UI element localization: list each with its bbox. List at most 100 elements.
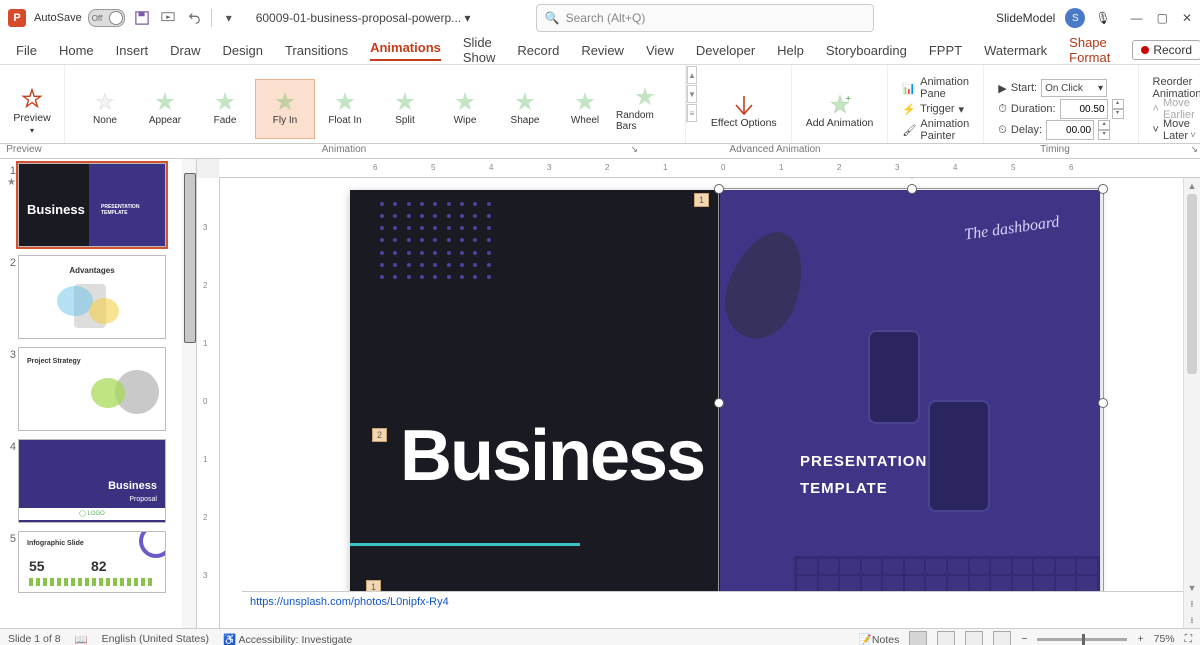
menu-insert[interactable]: Insert	[116, 43, 149, 58]
search-icon: 🔍	[545, 11, 560, 25]
minimize-icon[interactable]: —	[1131, 11, 1143, 25]
vertical-scrollbar[interactable]: ▲ ▼ ⭱ ⭳	[1183, 178, 1200, 628]
menu-help[interactable]: Help	[777, 43, 804, 58]
slideshow-view-icon[interactable]	[993, 631, 1011, 645]
close-icon[interactable]: ✕	[1182, 11, 1192, 25]
account-name[interactable]: SlideModel	[996, 11, 1055, 25]
animation-pane-button[interactable]: 📊 Animation Pane	[902, 79, 969, 97]
menu-slideshow[interactable]: Slide Show	[463, 35, 496, 65]
animation-fly-in[interactable]: Fly In	[255, 79, 315, 139]
title-bar: P AutoSave Off ▾ 60009-01-business-propo…	[0, 0, 1200, 36]
menu-home[interactable]: Home	[59, 43, 94, 58]
save-icon[interactable]	[133, 9, 151, 27]
slide-thumbnail-2[interactable]: Advantages	[18, 255, 166, 339]
menu-record[interactable]: Record	[517, 43, 559, 58]
zoom-in-icon[interactable]: +	[1137, 633, 1143, 645]
delay-field[interactable]: ⏲ Delay: ▴▾	[998, 121, 1123, 139]
slide-canvas[interactable]: The dashboard Business PRESENTATIONTEMPL…	[220, 178, 1200, 628]
reading-view-icon[interactable]	[965, 631, 983, 645]
qat-more-icon[interactable]: ▾	[220, 9, 238, 27]
autosave-toggle[interactable]: AutoSave Off	[34, 9, 125, 27]
gallery-scrollbar[interactable]: ▲▼≡	[686, 65, 697, 123]
menu-animations[interactable]: Animations	[370, 40, 441, 61]
start-field[interactable]: ▶ Start: On Click▾	[998, 79, 1123, 97]
next-slide-icon: ⭳	[1184, 612, 1200, 628]
animation-fade[interactable]: Fade	[195, 79, 255, 139]
horizontal-ruler: 6543210123456	[219, 159, 1200, 178]
document-title[interactable]: 60009-01-business-proposal-powerp... ▾	[256, 11, 471, 25]
animation-none[interactable]: None	[75, 79, 135, 139]
maximize-icon[interactable]: ▢	[1157, 11, 1168, 25]
group-label-advanced: Advanced Animation	[640, 144, 910, 158]
menu-shape-format[interactable]: Shape Format	[1069, 35, 1110, 65]
menu-developer[interactable]: Developer	[696, 43, 755, 58]
menu-watermark[interactable]: Watermark	[984, 43, 1047, 58]
menu-transitions[interactable]: Transitions	[285, 43, 348, 58]
slide-thumbnail-3[interactable]: Project Strategy	[18, 347, 166, 431]
group-label-preview: Preview	[0, 144, 48, 158]
effect-options-button[interactable]: Effect Options	[705, 81, 783, 141]
dialog-launcher-animation[interactable]: ↘	[630, 144, 638, 155]
language-button[interactable]: English (United States)	[102, 633, 209, 645]
animation-appear[interactable]: Appear	[135, 79, 195, 139]
animation-random-bars[interactable]: Random Bars	[615, 79, 675, 139]
animation-tag-1[interactable]: 1	[694, 193, 709, 207]
zoom-slider[interactable]	[1037, 638, 1127, 641]
notes-button[interactable]: 📝Notes	[859, 633, 900, 645]
animation-wipe[interactable]: Wipe	[435, 79, 495, 139]
notes-link[interactable]: https://unsplash.com/photos/L0nipfx-Ry4	[242, 591, 1200, 628]
autosave-label: AutoSave	[34, 12, 82, 24]
preview-button[interactable]: Preview ▾	[7, 81, 56, 141]
menu-storyboarding[interactable]: Storyboarding	[826, 43, 907, 58]
toggle-switch[interactable]: Off	[88, 9, 125, 27]
menu-view[interactable]: View	[646, 43, 674, 58]
slide-thumbnails-panel: 1★ Business PRESENTATION TEMPLATE 2 Adva…	[0, 159, 197, 628]
ribbon: Preview ▾ NoneAppearFadeFly InFloat InSp…	[0, 64, 1200, 144]
group-label-timing: Timing	[1040, 144, 1070, 155]
undo-icon[interactable]	[185, 9, 203, 27]
animation-wheel[interactable]: Wheel	[555, 79, 615, 139]
animation-painter-button[interactable]: 🖌 Animation Painter	[902, 121, 969, 139]
selection-box[interactable]: ⟳	[718, 188, 1104, 616]
dialog-launcher-timing[interactable]: ↘	[1190, 144, 1198, 155]
present-icon[interactable]	[159, 9, 177, 27]
slide-thumbnail-5[interactable]: Infographic Slide 55 82	[18, 531, 166, 593]
accessibility-button[interactable]: ♿ Accessibility: Investigate	[223, 633, 352, 645]
mic-icon[interactable]: 🎙	[1095, 11, 1110, 25]
trigger-button[interactable]: ⚡ Trigger ▾	[902, 100, 969, 118]
zoom-level[interactable]: 75%	[1154, 633, 1175, 645]
menu-bar: File Home Insert Draw Design Transitions…	[0, 36, 1200, 64]
ribbon-collapse-icon[interactable]: ˅	[1190, 130, 1196, 141]
normal-view-icon[interactable]	[909, 631, 927, 645]
menu-draw[interactable]: Draw	[170, 43, 200, 58]
record-button[interactable]: Record	[1132, 40, 1200, 60]
avatar[interactable]: S	[1065, 8, 1085, 28]
menu-file[interactable]: File	[16, 43, 37, 58]
slide-thumbnail-1[interactable]: Business PRESENTATION TEMPLATE	[18, 163, 166, 247]
duration-field[interactable]: ⏱ Duration: ▴▾	[998, 100, 1123, 118]
add-animation-button[interactable]: + Add Animation	[800, 81, 880, 141]
animation-float-in[interactable]: Float In	[315, 79, 375, 139]
spellcheck-icon[interactable]: 📖	[75, 633, 88, 645]
sorter-view-icon[interactable]	[937, 631, 955, 645]
menu-design[interactable]: Design	[223, 43, 263, 58]
thumbnails-scrollbar[interactable]	[182, 159, 196, 628]
menu-fppt[interactable]: FPPT	[929, 43, 962, 58]
powerpoint-icon: P	[8, 9, 26, 27]
prev-slide-icon: ⭱	[1184, 596, 1200, 612]
reorder-label: Reorder Animation	[1153, 79, 1200, 97]
animation-shape[interactable]: Shape	[495, 79, 555, 139]
search-input[interactable]: 🔍 Search (Alt+Q)	[536, 4, 874, 32]
animation-split[interactable]: Split	[375, 79, 435, 139]
animation-indicator-icon: ★	[4, 177, 16, 188]
svg-text:+: +	[845, 94, 850, 103]
animation-tag-2[interactable]: 2	[372, 428, 387, 442]
status-bar: Slide 1 of 8 📖 English (United States) ♿…	[0, 628, 1200, 645]
slide-thumbnail-4[interactable]: BusinessProposal ◯ LOGO	[18, 439, 166, 523]
slide-title: Business	[400, 415, 704, 497]
slide-counter[interactable]: Slide 1 of 8	[8, 633, 61, 645]
group-label-animation: Animation	[322, 144, 366, 155]
fit-to-window-icon[interactable]: ⛶	[1185, 633, 1192, 645]
zoom-out-icon[interactable]: −	[1021, 633, 1027, 645]
menu-review[interactable]: Review	[581, 43, 624, 58]
